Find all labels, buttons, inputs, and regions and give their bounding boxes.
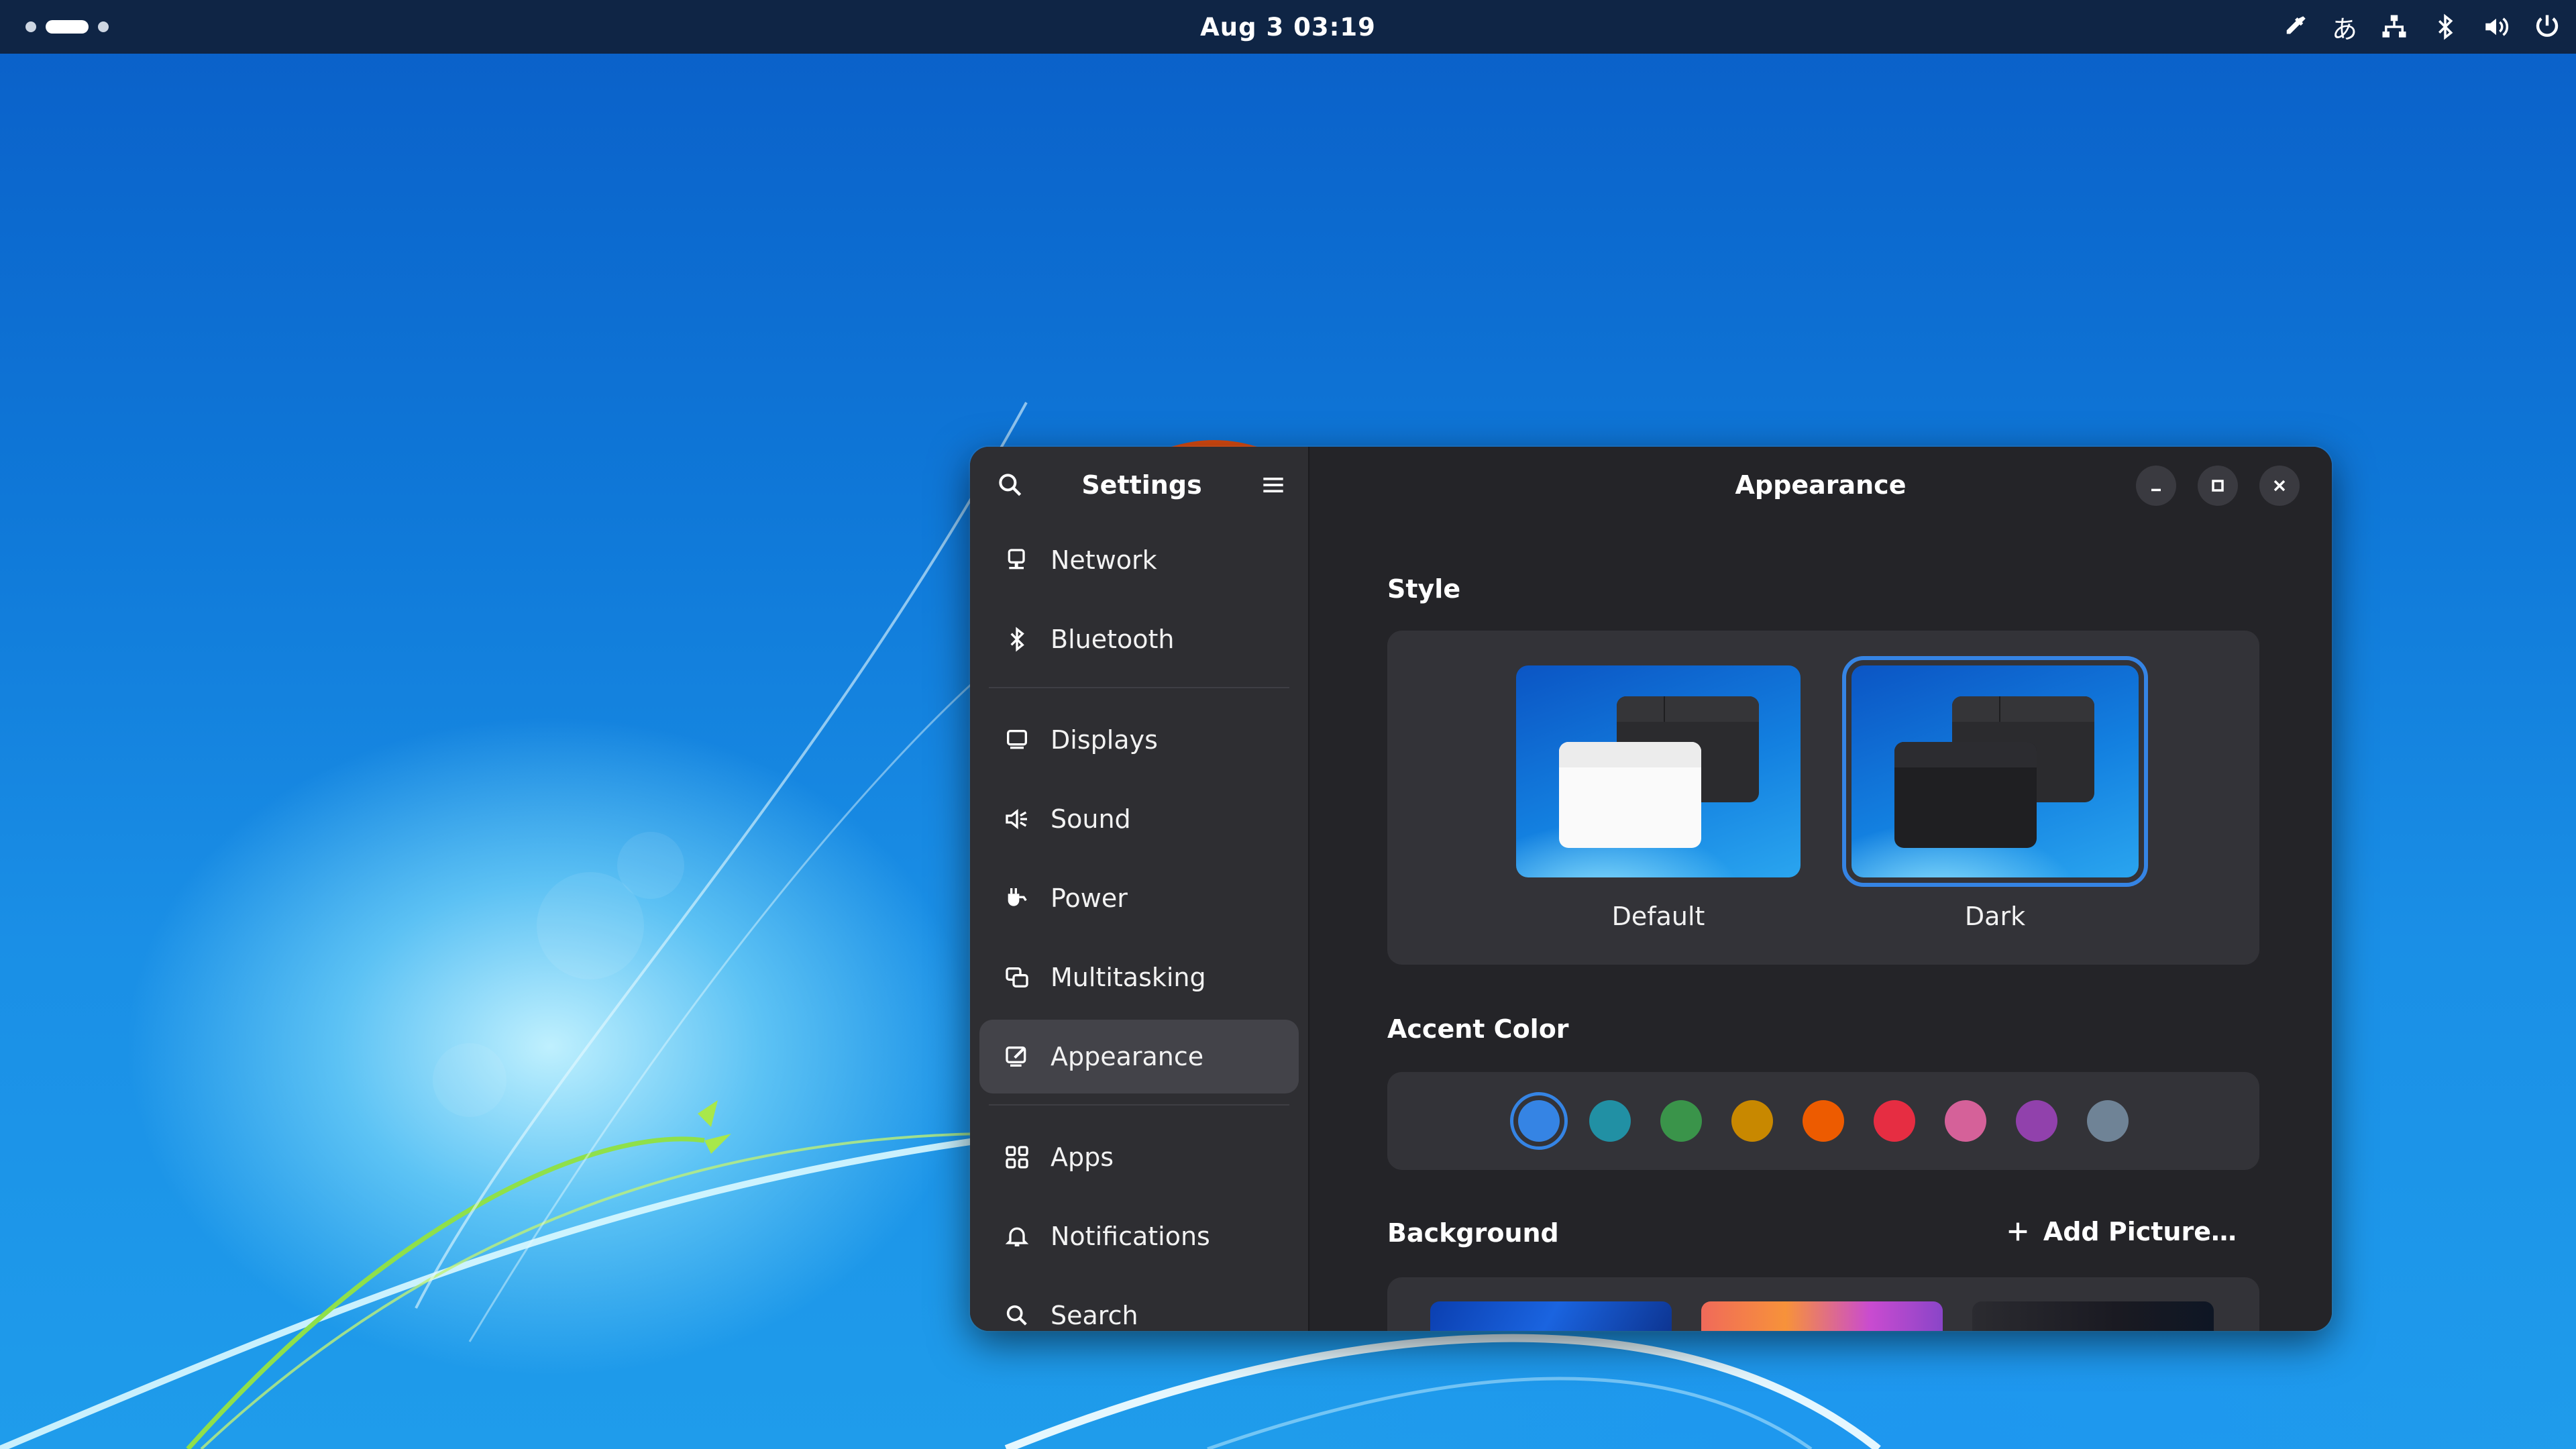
accent-color-swatch[interactable] xyxy=(1731,1100,1773,1142)
plus-icon xyxy=(2008,1222,2027,1241)
search-icon xyxy=(999,474,1022,496)
background-thumbnail[interactable] xyxy=(1430,1301,1672,1331)
style-option-label: Default xyxy=(1611,902,1705,931)
accent-color-swatch[interactable] xyxy=(1510,1092,1568,1150)
appearance-icon xyxy=(1006,1046,1026,1067)
style-heading: Style xyxy=(1387,574,1461,604)
sidebar-item-label: Appearance xyxy=(1051,1042,1204,1071)
accent-color-swatch[interactable] xyxy=(2087,1100,2129,1142)
accent-color-swatch[interactable] xyxy=(2016,1100,2057,1142)
system-tray[interactable]: あ xyxy=(2281,0,2561,54)
accent-color-card xyxy=(1387,1072,2259,1170)
page-title: Appearance xyxy=(1735,470,1907,500)
sidebar-item-label: Search xyxy=(1051,1301,1138,1330)
sidebar-item-power[interactable]: Power xyxy=(979,861,1299,935)
sidebar-item-multitasking[interactable]: Multitasking xyxy=(979,941,1299,1014)
bluetooth-icon[interactable] xyxy=(2431,13,2459,41)
sidebar-item-label: Power xyxy=(1051,883,1128,913)
network-wired-icon[interactable] xyxy=(2380,13,2408,41)
sidebar-item-label: Notifications xyxy=(1051,1222,1210,1251)
sidebar-title: Settings xyxy=(1081,470,1202,500)
preview-front-window xyxy=(1559,742,1701,848)
sidebar-item-label: Apps xyxy=(1051,1142,1114,1172)
add-picture-button[interactable]: Add Picture… xyxy=(2004,1217,2237,1246)
workspace-dot[interactable] xyxy=(25,21,36,32)
style-preview-dark xyxy=(1842,656,2148,887)
preview-front-window xyxy=(1894,742,2037,848)
sidebar-item-label: Multitasking xyxy=(1051,963,1206,992)
input-method-indicator[interactable]: あ xyxy=(2332,9,2357,46)
sidebar-header: Settings xyxy=(970,447,1308,523)
sidebar-separator xyxy=(989,687,1289,688)
display-icon xyxy=(1007,730,1027,749)
search-button[interactable] xyxy=(991,466,1029,504)
clock[interactable]: Aug 3 03:19 xyxy=(1200,13,1376,42)
accent-color-heading: Accent Color xyxy=(1387,1014,1569,1044)
sound-icon xyxy=(1006,808,1027,830)
window-controls xyxy=(2136,466,2300,506)
style-card: Default Dark xyxy=(1387,631,2259,965)
sidebar-item-label: Sound xyxy=(1051,804,1131,834)
sidebar-item-label: Network xyxy=(1051,545,1157,575)
background-thumbnail[interactable] xyxy=(1972,1301,2214,1331)
sidebar: Settings Network Bluetooth Displays Soun… xyxy=(970,447,1309,1331)
background-heading: Background xyxy=(1387,1218,1559,1248)
multitasking-icon xyxy=(1006,967,1028,987)
color-picker-icon[interactable] xyxy=(2281,13,2309,41)
apps-grid-icon xyxy=(1006,1146,1028,1169)
close-icon xyxy=(2273,480,2286,492)
hamburger-menu-icon xyxy=(1263,478,1283,492)
accent-color-swatch[interactable] xyxy=(1660,1100,1702,1142)
sidebar-item-label: Bluetooth xyxy=(1051,625,1175,654)
style-option-dark[interactable]: Dark xyxy=(1842,656,2148,931)
sidebar-item-notifications[interactable]: Notifications xyxy=(979,1199,1299,1273)
maximize-icon xyxy=(2212,480,2224,492)
sidebar-item-label: Displays xyxy=(1051,725,1158,755)
network-icon xyxy=(1008,549,1025,570)
close-button[interactable] xyxy=(2259,466,2300,506)
volume-icon[interactable] xyxy=(2482,13,2510,41)
top-bar: Aug 3 03:19 あ xyxy=(0,0,2576,54)
accent-color-swatches xyxy=(1387,1072,2259,1170)
power-plug-icon xyxy=(1008,888,1027,906)
sidebar-item-apps[interactable]: Apps xyxy=(979,1120,1299,1194)
background-thumbnail[interactable] xyxy=(1701,1301,1943,1331)
workspace-indicator[interactable] xyxy=(25,20,109,34)
sidebar-item-network[interactable]: Network xyxy=(979,523,1299,597)
workspace-dot[interactable] xyxy=(98,21,109,32)
accent-color-swatch[interactable] xyxy=(1803,1100,1844,1142)
style-option-default[interactable]: Default xyxy=(1516,665,1801,931)
maximize-button[interactable] xyxy=(2198,466,2238,506)
search-icon xyxy=(1006,1305,1027,1326)
content-pane: Appearance Style Default Dark Accent Col… xyxy=(1309,447,2332,1331)
accent-color-swatch[interactable] xyxy=(1874,1100,1915,1142)
sidebar-item-appearance[interactable]: Appearance xyxy=(979,1020,1299,1093)
bluetooth-icon xyxy=(1010,627,1024,652)
active-workspace-pill[interactable] xyxy=(46,20,89,34)
power-icon[interactable] xyxy=(2533,13,2561,41)
background-card xyxy=(1387,1277,2259,1331)
accent-color-swatch[interactable] xyxy=(1945,1100,1986,1142)
minimize-button[interactable] xyxy=(2136,466,2176,506)
bell-icon xyxy=(1005,1227,1029,1246)
sidebar-item-sound[interactable]: Sound xyxy=(979,782,1299,856)
sidebar-nav: Network Bluetooth Displays Sound Power M… xyxy=(970,523,1308,1331)
add-picture-label: Add Picture… xyxy=(2043,1217,2237,1246)
sidebar-item-search[interactable]: Search xyxy=(979,1279,1299,1331)
sidebar-item-bluetooth[interactable]: Bluetooth xyxy=(979,602,1299,676)
minimize-icon xyxy=(2151,488,2161,492)
main-menu-button[interactable] xyxy=(1254,466,1292,504)
style-option-label: Dark xyxy=(1964,902,2026,931)
settings-window: Settings Network Bluetooth Displays Soun… xyxy=(970,447,2332,1331)
sidebar-item-displays[interactable]: Displays xyxy=(979,703,1299,777)
sidebar-separator xyxy=(989,1104,1289,1106)
style-preview-default xyxy=(1516,665,1801,877)
header-bar: Appearance xyxy=(1309,447,2332,523)
accent-color-swatch[interactable] xyxy=(1589,1100,1631,1142)
